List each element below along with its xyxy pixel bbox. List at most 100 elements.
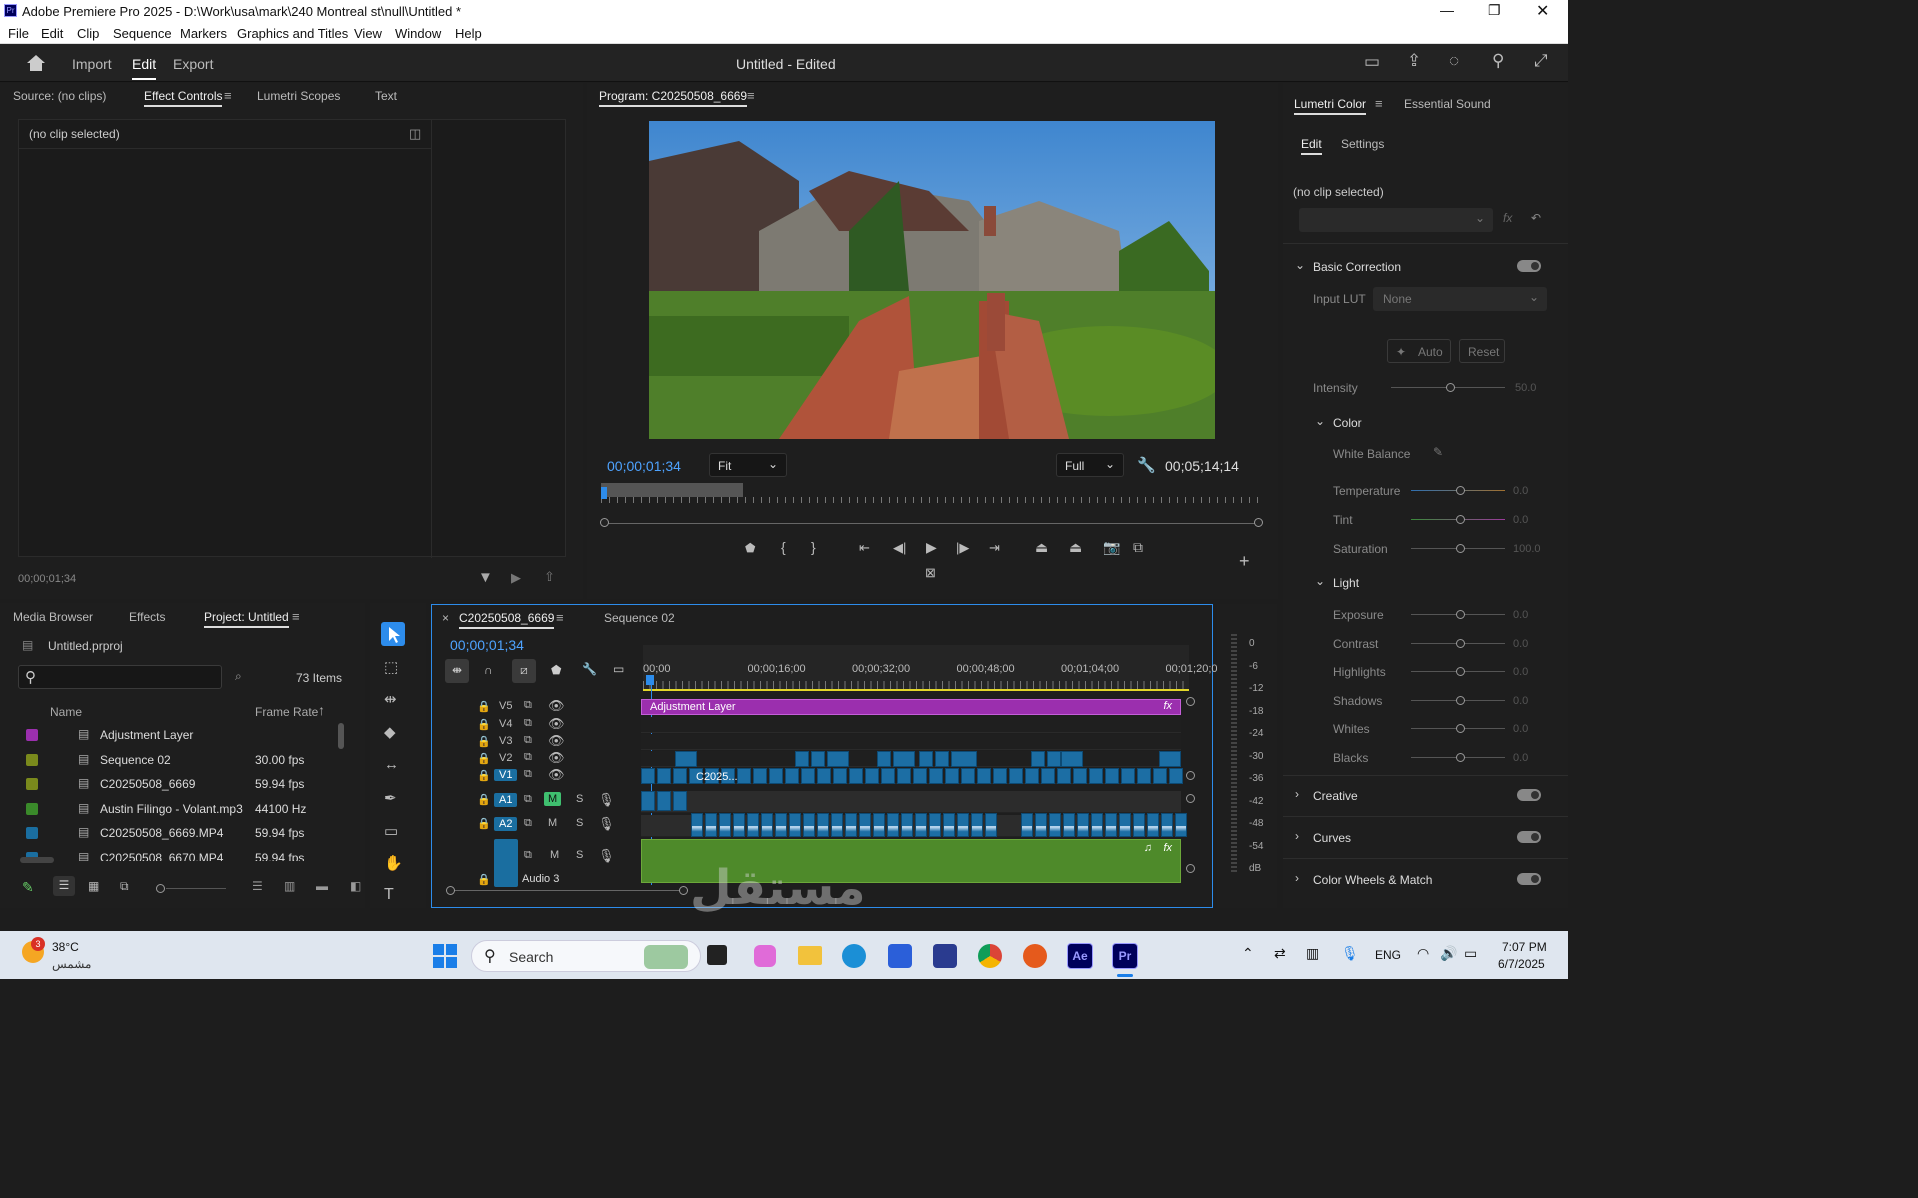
clip-segment[interactable] — [929, 813, 941, 837]
contrast-handle[interactable] — [1456, 638, 1465, 648]
automate-icon[interactable]: ▥ — [284, 879, 295, 893]
blender-icon[interactable] — [1023, 944, 1047, 968]
play-audio-icon[interactable]: ▶ — [511, 570, 521, 586]
clip-segment[interactable] — [881, 768, 895, 784]
clip-segment[interactable] — [1105, 768, 1119, 784]
list-item[interactable]: ▤ C20250508_6669 59.94 fps — [0, 772, 340, 796]
sync-icon[interactable]: ⇄ — [1274, 945, 1286, 962]
clip-segment[interactable] — [1121, 768, 1135, 784]
clip-segment[interactable] — [1009, 768, 1023, 784]
list-item[interactable]: ▤ Adjustment Layer — [0, 723, 340, 747]
clip-segment[interactable] — [1041, 768, 1055, 784]
color-wheels-toggle[interactable] — [1517, 873, 1541, 885]
share-icon[interactable]: ⇪ — [1407, 51, 1421, 71]
col-name-header[interactable]: Name — [50, 705, 82, 719]
tab-effects[interactable]: Effects — [129, 610, 165, 624]
clip-segment[interactable] — [859, 813, 871, 837]
panel-menu-icon[interactable]: ≡ — [224, 88, 232, 103]
clip-segment[interactable] — [1137, 768, 1151, 784]
sync-lock-icon[interactable]: ⧉ — [524, 849, 532, 862]
tab-project[interactable]: Project: Untitled — [204, 610, 289, 628]
premiere-taskbar-icon[interactable]: Pr — [1112, 943, 1138, 969]
program-title[interactable]: Program: C20250508_6669 — [599, 89, 748, 107]
safe-margins-icon[interactable]: ⊠ — [925, 565, 936, 581]
zoom-bar[interactable] — [605, 523, 1259, 524]
captions-icon[interactable]: ▭ — [613, 662, 624, 676]
chevron-right-icon[interactable]: › — [1295, 787, 1299, 801]
clip-segment[interactable] — [705, 813, 717, 837]
clip-segment[interactable] — [1091, 813, 1103, 837]
clip-segment[interactable] — [929, 768, 943, 784]
new-bin-icon[interactable]: ▬ — [316, 879, 328, 893]
microphone-icon[interactable]: 🎙 — [1341, 945, 1359, 962]
list-item[interactable]: ▤ Austin Filingo - Volant.mp3 44100 Hz — [0, 797, 340, 821]
timeline-timecode[interactable]: 00;00;01;34 — [450, 637, 524, 653]
hscroll-right[interactable] — [679, 886, 688, 895]
tint-handle[interactable] — [1456, 515, 1465, 524]
extract-icon[interactable]: ⏏ — [1069, 539, 1082, 556]
zoom-handle-right[interactable] — [1254, 518, 1263, 527]
mark-in-icon[interactable]: { — [781, 539, 786, 555]
intensity-value[interactable]: 50.0 — [1515, 382, 1536, 394]
solo-button[interactable]: S — [576, 793, 583, 805]
go-to-out-icon[interactable]: ⇥ — [989, 540, 1000, 556]
color-wheels-header[interactable]: Color Wheels & Match — [1313, 873, 1432, 887]
track-label-a3-block[interactable] — [494, 839, 518, 887]
import-tab[interactable]: Import — [72, 56, 112, 72]
shadows-handle[interactable] — [1456, 695, 1465, 705]
zoom-slider[interactable] — [166, 888, 226, 889]
step-back-icon[interactable]: ◀| — [893, 540, 906, 556]
sync-lock-icon[interactable]: ⧉ — [524, 768, 532, 781]
minimize-button[interactable]: — — [1440, 2, 1454, 18]
toggle-timeline-icon[interactable]: ◫ — [409, 126, 421, 142]
track-label-a1[interactable]: A1 — [494, 793, 518, 807]
program-menu-icon[interactable]: ≡ — [747, 88, 755, 103]
menu-window[interactable]: Window — [395, 26, 441, 41]
clip-segment[interactable] — [811, 751, 825, 767]
eye-icon[interactable]: 👁 — [548, 750, 565, 766]
v-scroll-bottom[interactable] — [1186, 771, 1195, 780]
clip-segment[interactable] — [971, 813, 983, 837]
home-icon[interactable] — [26, 54, 46, 72]
sync-lock-icon[interactable]: ⧉ — [524, 793, 532, 806]
clip-segment[interactable] — [1073, 768, 1087, 784]
progress-icon[interactable]: ◌ — [1449, 51, 1459, 71]
mute-button[interactable]: M — [550, 849, 559, 861]
input-lut-dropdown[interactable]: None ⌄ — [1373, 287, 1547, 311]
timeline-settings-icon[interactable]: 🔧 — [582, 662, 597, 676]
track-label-v1[interactable]: V1 — [494, 769, 518, 781]
light-section-header[interactable]: Light — [1333, 576, 1359, 590]
mute-button[interactable]: M — [544, 792, 562, 806]
clip-segment[interactable] — [865, 768, 879, 784]
clip-segment[interactable] — [993, 768, 1007, 784]
hscroll-left[interactable] — [446, 886, 455, 895]
clip-segment[interactable] — [833, 768, 847, 784]
comparison-view-icon[interactable]: ⧉ — [1133, 539, 1143, 556]
clip-segment[interactable] — [985, 813, 997, 837]
clip-segment[interactable] — [673, 791, 687, 811]
clip-segment[interactable] — [831, 813, 843, 837]
clip-segment[interactable] — [733, 813, 745, 837]
meter-icon[interactable]: ▥ — [1306, 945, 1319, 962]
lock-icon[interactable]: 🔒 — [477, 817, 491, 830]
step-forward-icon[interactable]: |▶ — [956, 540, 969, 556]
reset-icon[interactable]: ↶ — [1531, 211, 1541, 225]
new-search-bin-icon[interactable]: ⌕ — [235, 669, 242, 684]
blacks-value[interactable]: 0.0 — [1513, 752, 1528, 764]
sort-icon[interactable]: ☰ — [252, 879, 263, 893]
clip-segment[interactable] — [761, 813, 773, 837]
clip-segment[interactable] — [801, 768, 815, 784]
clip-segment[interactable] — [1035, 813, 1047, 837]
go-to-in-icon[interactable]: ⇤ — [859, 540, 870, 556]
clip-segment[interactable] — [1133, 813, 1145, 837]
fx-icon[interactable]: fx — [1503, 211, 1512, 225]
chevron-up-icon[interactable]: ⌃ — [1242, 945, 1254, 962]
lock-icon[interactable]: 🔒 — [477, 735, 491, 748]
timeline-menu-icon[interactable]: ≡ — [556, 610, 564, 625]
rectangle-tool-icon[interactable]: ▭ — [384, 822, 398, 840]
timeline-playhead[interactable] — [646, 675, 654, 685]
track-label-v2[interactable]: V2 — [499, 752, 512, 764]
highlights-handle[interactable] — [1456, 667, 1465, 677]
clip-segment[interactable] — [935, 751, 949, 767]
v-scroll-top[interactable] — [1186, 697, 1195, 706]
